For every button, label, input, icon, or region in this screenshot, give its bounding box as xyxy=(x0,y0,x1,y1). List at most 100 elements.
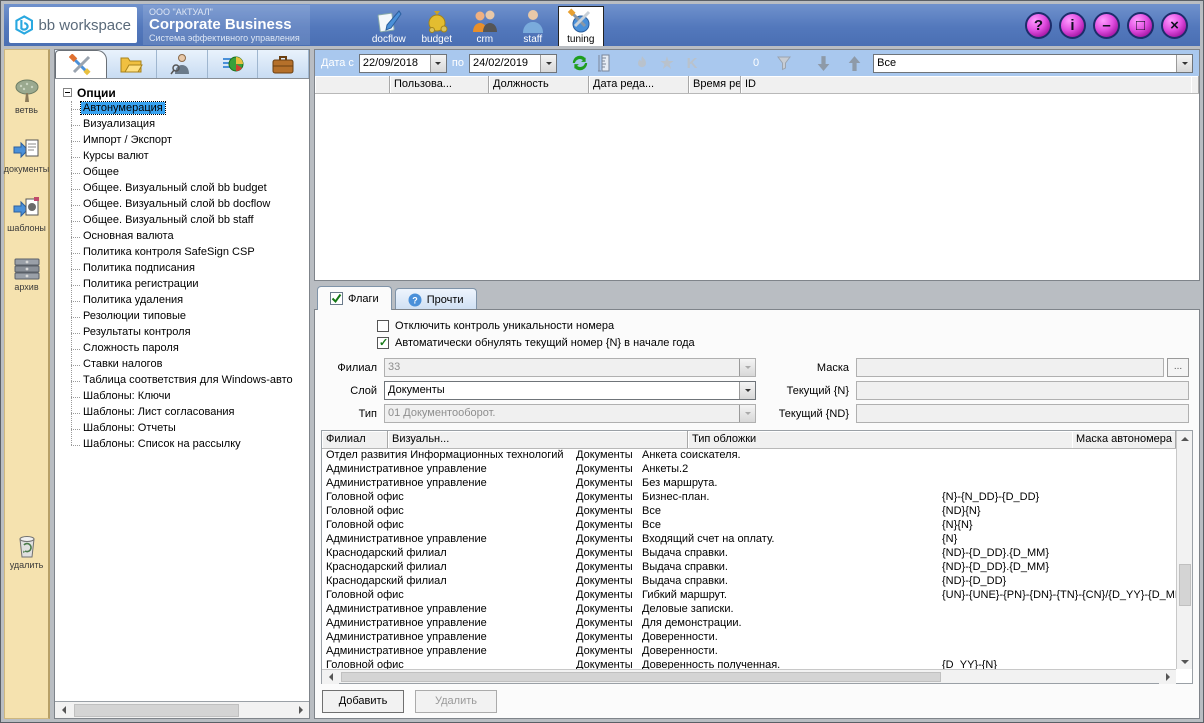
module-tuning[interactable]: tuning xyxy=(558,6,604,46)
tab-reports[interactable] xyxy=(208,50,259,78)
tab-inspector[interactable] xyxy=(157,50,208,78)
scroll-left-arrow[interactable] xyxy=(55,702,72,718)
table-row[interactable]: Головной офис Документы Все {ND}{N} xyxy=(322,505,1176,519)
collapse-icon[interactable] xyxy=(63,88,72,97)
table-row[interactable]: Краснодарский филиал Документы Выдача сп… xyxy=(322,547,1176,561)
tree-item[interactable]: Политика подписания xyxy=(81,261,307,277)
close-button[interactable]: × xyxy=(1161,12,1188,39)
sidebar-item-documents[interactable]: документы xyxy=(4,137,49,174)
tree-item[interactable]: Общее. Визуальный слой bb docflow xyxy=(81,197,307,213)
tree-item[interactable]: Политика регистрации xyxy=(81,277,307,293)
table-row[interactable]: Головной офис Документы Бизнес-план. {N}… xyxy=(322,491,1176,505)
tip-combobox[interactable]: 01 Документооборот. xyxy=(384,404,756,423)
scroll-right-arrow[interactable] xyxy=(1159,670,1176,684)
tab-flags[interactable]: Флаги xyxy=(317,286,392,310)
column-header[interactable]: Визуальн... xyxy=(388,431,688,448)
tree-item[interactable]: Таблица соответствия для Windows-авто xyxy=(81,373,307,389)
scroll-thumb[interactable] xyxy=(74,704,239,717)
tree-item[interactable]: Визуализация xyxy=(81,117,307,133)
dropdown-arrow-icon[interactable] xyxy=(739,382,755,399)
minimize-button[interactable]: – xyxy=(1093,12,1120,39)
sidebar-item-templates[interactable]: шаблоны xyxy=(7,196,46,233)
sloy-combobox[interactable]: Документы xyxy=(384,381,756,400)
k-button[interactable]: K xyxy=(682,53,702,73)
table-row[interactable]: Головной офис Документы Доверенность пол… xyxy=(322,659,1176,669)
tree-item[interactable]: Ставки налогов xyxy=(81,357,307,373)
module-docflow[interactable]: docflow xyxy=(366,6,412,46)
maska-field[interactable] xyxy=(856,358,1164,377)
filial-combobox[interactable]: 33 xyxy=(384,358,756,377)
table-row[interactable]: Административное управление Документы Де… xyxy=(322,603,1176,617)
column-header[interactable] xyxy=(315,76,390,93)
help-button[interactable]: ? xyxy=(1025,12,1052,39)
tree-item[interactable]: Шаблоны: Ключи xyxy=(81,389,307,405)
action-button[interactable]: Добавить xyxy=(322,690,404,713)
table-row[interactable]: Краснодарский филиал Документы Выдача сп… xyxy=(322,575,1176,589)
tree-item[interactable]: Политика удаления xyxy=(81,293,307,309)
scroll-down-arrow[interactable] xyxy=(1177,654,1192,669)
table-vertical-scrollbar[interactable] xyxy=(1176,431,1192,669)
user-filter-combobox[interactable]: Все xyxy=(873,54,1193,73)
tree-item[interactable]: Автонумерация xyxy=(81,101,307,117)
scroll-up-arrow[interactable] xyxy=(1177,431,1192,446)
tab-briefcase[interactable] xyxy=(258,50,309,78)
maska-browse-button[interactable]: ... xyxy=(1167,358,1189,377)
tree-item[interactable]: Шаблоны: Отчеты xyxy=(81,421,307,437)
module-staff[interactable]: staff xyxy=(510,6,556,46)
move-up-button[interactable] xyxy=(844,53,864,73)
tree-item[interactable]: Политика контроля SafeSign CSP xyxy=(81,245,307,261)
dropdown-arrow-icon[interactable] xyxy=(1176,55,1192,72)
flame-button[interactable] xyxy=(632,53,652,73)
table-row[interactable]: Административное управление Документы До… xyxy=(322,645,1176,659)
column-header[interactable]: Время ред... xyxy=(689,76,741,93)
tree-item[interactable]: Общее. Визуальный слой bb staff xyxy=(81,213,307,229)
maximize-button[interactable]: □ xyxy=(1127,12,1154,39)
tree-item[interactable]: Шаблоны: Лист согласования xyxy=(81,405,307,421)
tree-item[interactable]: Результаты контроля xyxy=(81,325,307,341)
column-header[interactable]: Пользова... xyxy=(390,76,489,93)
star-button[interactable]: ★ xyxy=(657,53,677,73)
date-to-picker[interactable]: 24/02/2019 xyxy=(469,54,557,73)
table-row[interactable]: Административное управление Документы Ан… xyxy=(322,463,1176,477)
sidebar-item-archive[interactable]: архив xyxy=(13,255,41,292)
history-grid-body[interactable] xyxy=(315,94,1199,280)
tab-shared-folder[interactable] xyxy=(107,50,158,78)
tab-other[interactable]: ? Прочти xyxy=(395,288,477,310)
column-header[interactable]: Маска автономера xyxy=(1072,431,1176,448)
column-header[interactable] xyxy=(1191,76,1199,93)
scroll-thumb[interactable] xyxy=(1179,564,1191,606)
tree-item[interactable]: Резолюции типовые xyxy=(81,309,307,325)
column-header[interactable]: Должность xyxy=(489,76,589,93)
move-down-button[interactable] xyxy=(813,53,833,73)
column-header[interactable]: ID xyxy=(741,76,1191,93)
checkbox[interactable] xyxy=(377,320,389,332)
refresh-button[interactable] xyxy=(570,53,590,73)
tree-item[interactable]: Шаблоны: Список на рассылку xyxy=(81,437,307,453)
info-button[interactable]: i xyxy=(1059,12,1086,39)
table-row[interactable]: Административное управление Документы Дл… xyxy=(322,617,1176,631)
tree-item[interactable]: Сложность пароля xyxy=(81,341,307,357)
table-horizontal-scrollbar[interactable] xyxy=(322,669,1176,683)
column-header[interactable]: Дата реда... xyxy=(589,76,689,93)
tree-item[interactable]: Курсы валют xyxy=(81,149,307,165)
dropdown-arrow-icon[interactable] xyxy=(540,55,556,72)
ruler-button[interactable] xyxy=(595,53,615,73)
module-crm[interactable]: crm xyxy=(462,6,508,46)
table-row[interactable]: Головной офис Документы Гибкий маршрут. … xyxy=(322,589,1176,603)
table-row[interactable]: Головной офис Документы Все {N}{N} xyxy=(322,519,1176,533)
sidebar-item-delete[interactable]: удалить xyxy=(10,533,44,570)
module-budget[interactable]: budget xyxy=(414,6,460,46)
tree-item[interactable]: Импорт / Экспорт xyxy=(81,133,307,149)
dropdown-arrow-icon[interactable] xyxy=(430,55,446,72)
table-row[interactable]: Краснодарский филиал Документы Выдача сп… xyxy=(322,561,1176,575)
tree-root[interactable]: Опции xyxy=(63,84,307,101)
table-row[interactable]: Административное управление Документы До… xyxy=(322,631,1176,645)
table-row[interactable]: Отдел развития Информационных технологий… xyxy=(322,449,1176,463)
tree-item[interactable]: Общее xyxy=(81,165,307,181)
column-header[interactable]: Филиал xyxy=(322,431,388,448)
table-row[interactable]: Административное управление Документы Бе… xyxy=(322,477,1176,491)
checkbox[interactable] xyxy=(377,337,389,349)
tree-item[interactable]: Общее. Визуальный слой bb budget xyxy=(81,181,307,197)
date-from-picker[interactable]: 22/09/2018 xyxy=(359,54,447,73)
scroll-right-arrow[interactable] xyxy=(292,702,309,718)
